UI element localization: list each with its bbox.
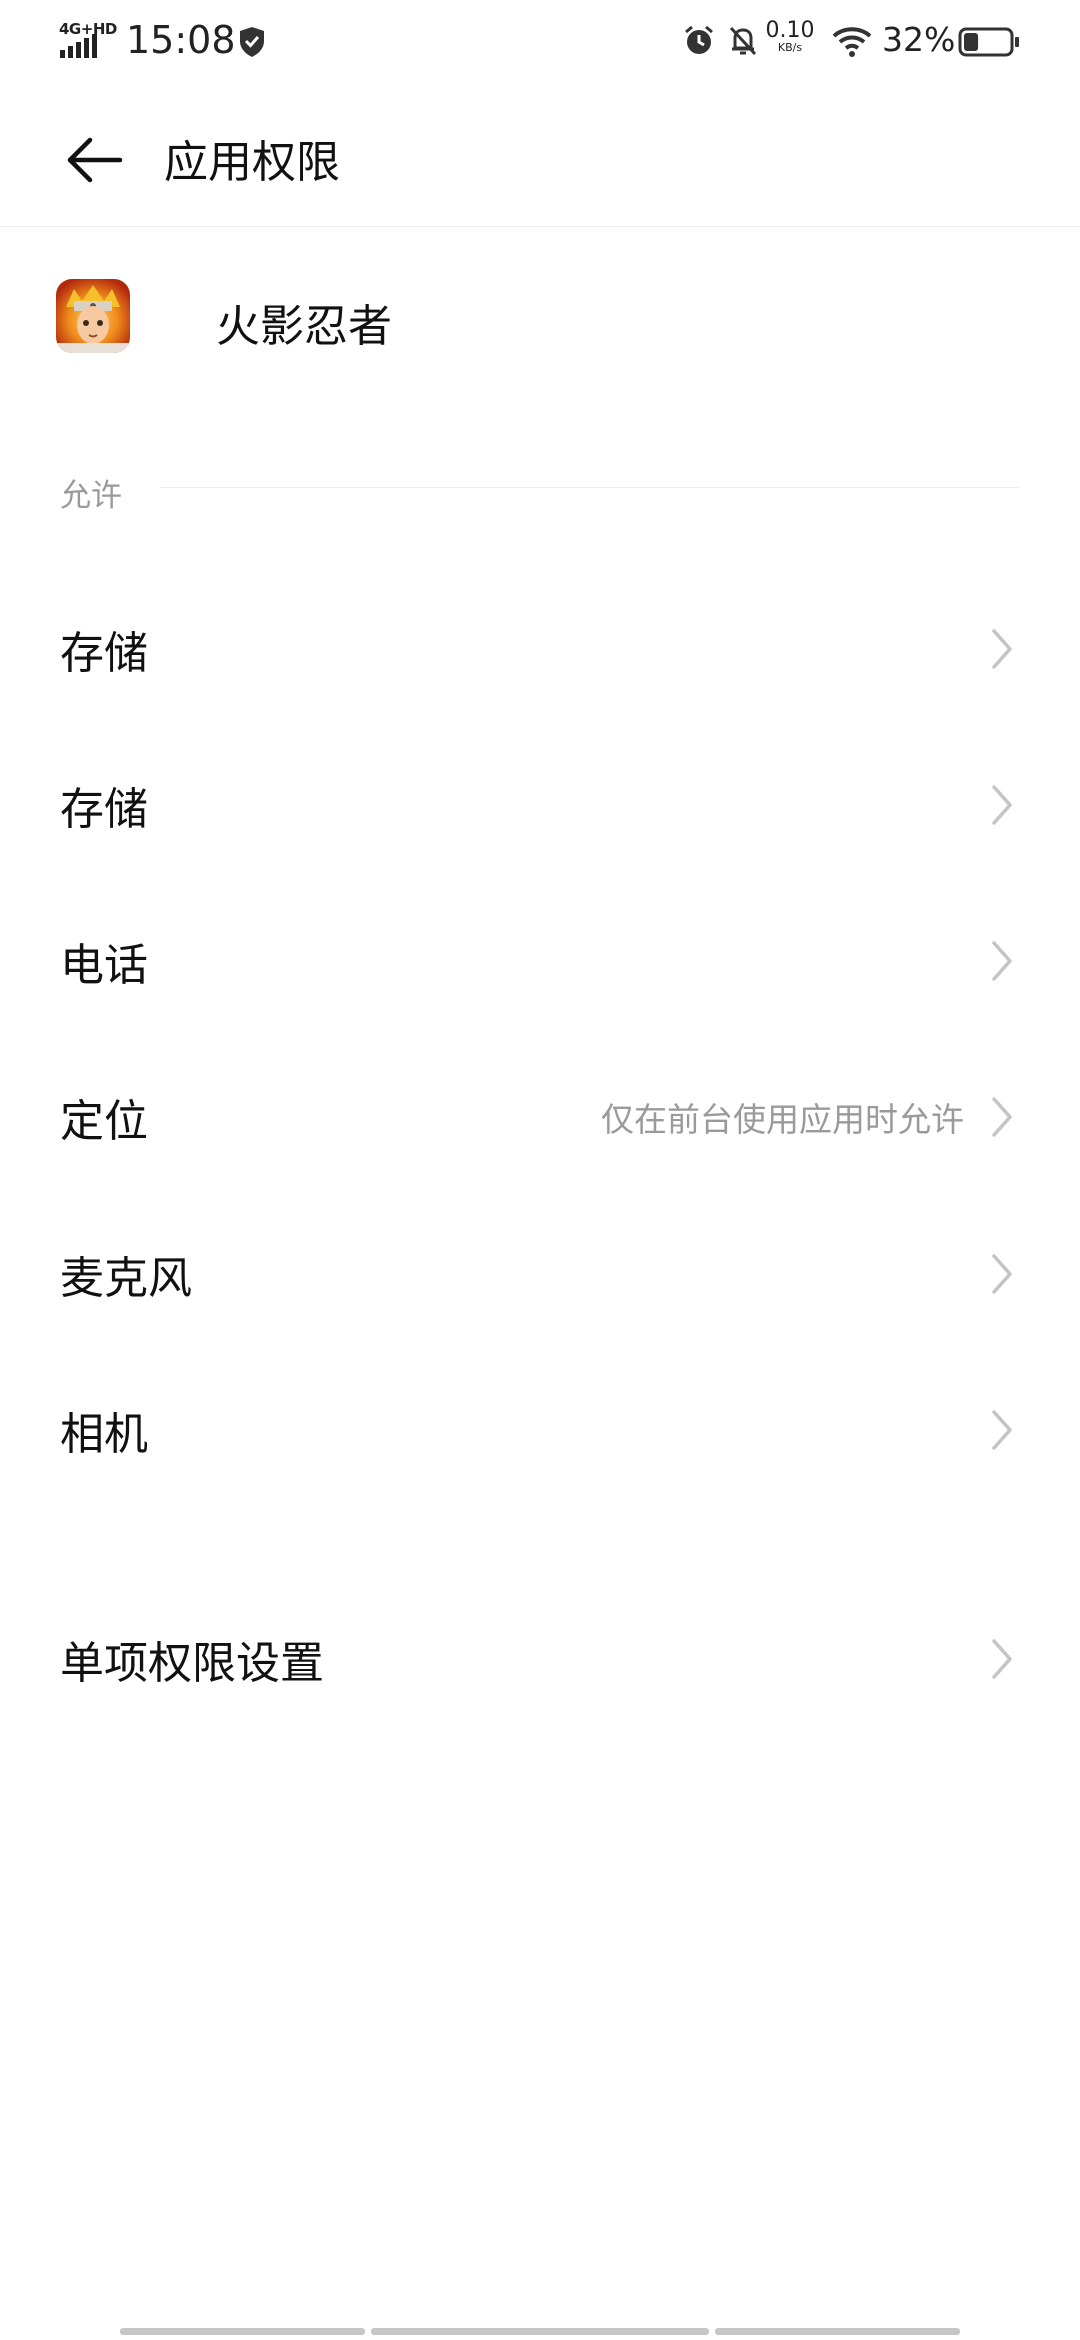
permission-row-storage[interactable]: 存储 [0, 571, 1080, 727]
permission-label: 相机 [60, 1409, 148, 1460]
nav-gesture-home[interactable] [371, 2328, 709, 2335]
chevron-right-icon [992, 1410, 1012, 1450]
permission-label: 存储 [60, 784, 148, 835]
battery-percent: 32% [882, 20, 956, 59]
page-title: 应用权限 [164, 137, 340, 188]
permission-label: 定位 [60, 1096, 148, 1147]
individual-permission-settings[interactable]: 单项权限设置 [0, 1581, 1080, 1737]
alarm-icon [685, 25, 713, 54]
section-divider [160, 487, 1020, 488]
chevron-right-icon [992, 629, 1012, 669]
navigation-bar[interactable] [0, 2324, 1080, 2340]
permission-label: 存储 [60, 628, 148, 679]
chevron-right-icon [992, 1254, 1012, 1294]
permission-label: 麦克风 [60, 1253, 192, 1304]
arrow-left-icon[interactable] [62, 128, 126, 192]
status-bar: 4G+HD 15:08 0.10 KB/s 32% [0, 0, 1080, 84]
chevron-right-icon [992, 1097, 1012, 1137]
status-time: 15:08 [126, 18, 236, 62]
section-label-allowed: 允许 [60, 478, 122, 514]
permission-row-phone[interactable]: 电话 [0, 883, 1080, 1039]
app-icon [56, 279, 130, 353]
network-speed-value: 0.10 [765, 18, 815, 43]
permission-row-camera[interactable]: 相机 [0, 1352, 1080, 1508]
individual-settings-label: 单项权限设置 [60, 1638, 324, 1689]
bell-off-icon [729, 26, 757, 56]
battery-icon [958, 27, 1019, 57]
network-speed-unit: KB/s [777, 41, 803, 54]
chevron-right-icon [992, 785, 1012, 825]
permission-row-storage-2[interactable]: 存储 [0, 727, 1080, 883]
permission-row-location[interactable]: 定位 仅在前台使用应用时允许 [0, 1039, 1080, 1195]
permission-row-microphone[interactable]: 麦克风 [0, 1196, 1080, 1352]
permission-value: 仅在前台使用应用时允许 [601, 1100, 964, 1139]
nav-gesture-right[interactable] [715, 2328, 960, 2335]
chevron-right-icon [992, 1639, 1012, 1679]
shield-icon [240, 27, 264, 57]
header-divider [0, 226, 1080, 227]
wifi-icon [832, 27, 872, 57]
app-name: 火影忍者 [216, 301, 392, 352]
chevron-right-icon [992, 941, 1012, 981]
nav-gesture-left[interactable] [120, 2328, 365, 2335]
signal-icon [60, 34, 97, 58]
network-speed: 0.10 KB/s [762, 20, 818, 54]
permission-label: 电话 [60, 940, 148, 991]
